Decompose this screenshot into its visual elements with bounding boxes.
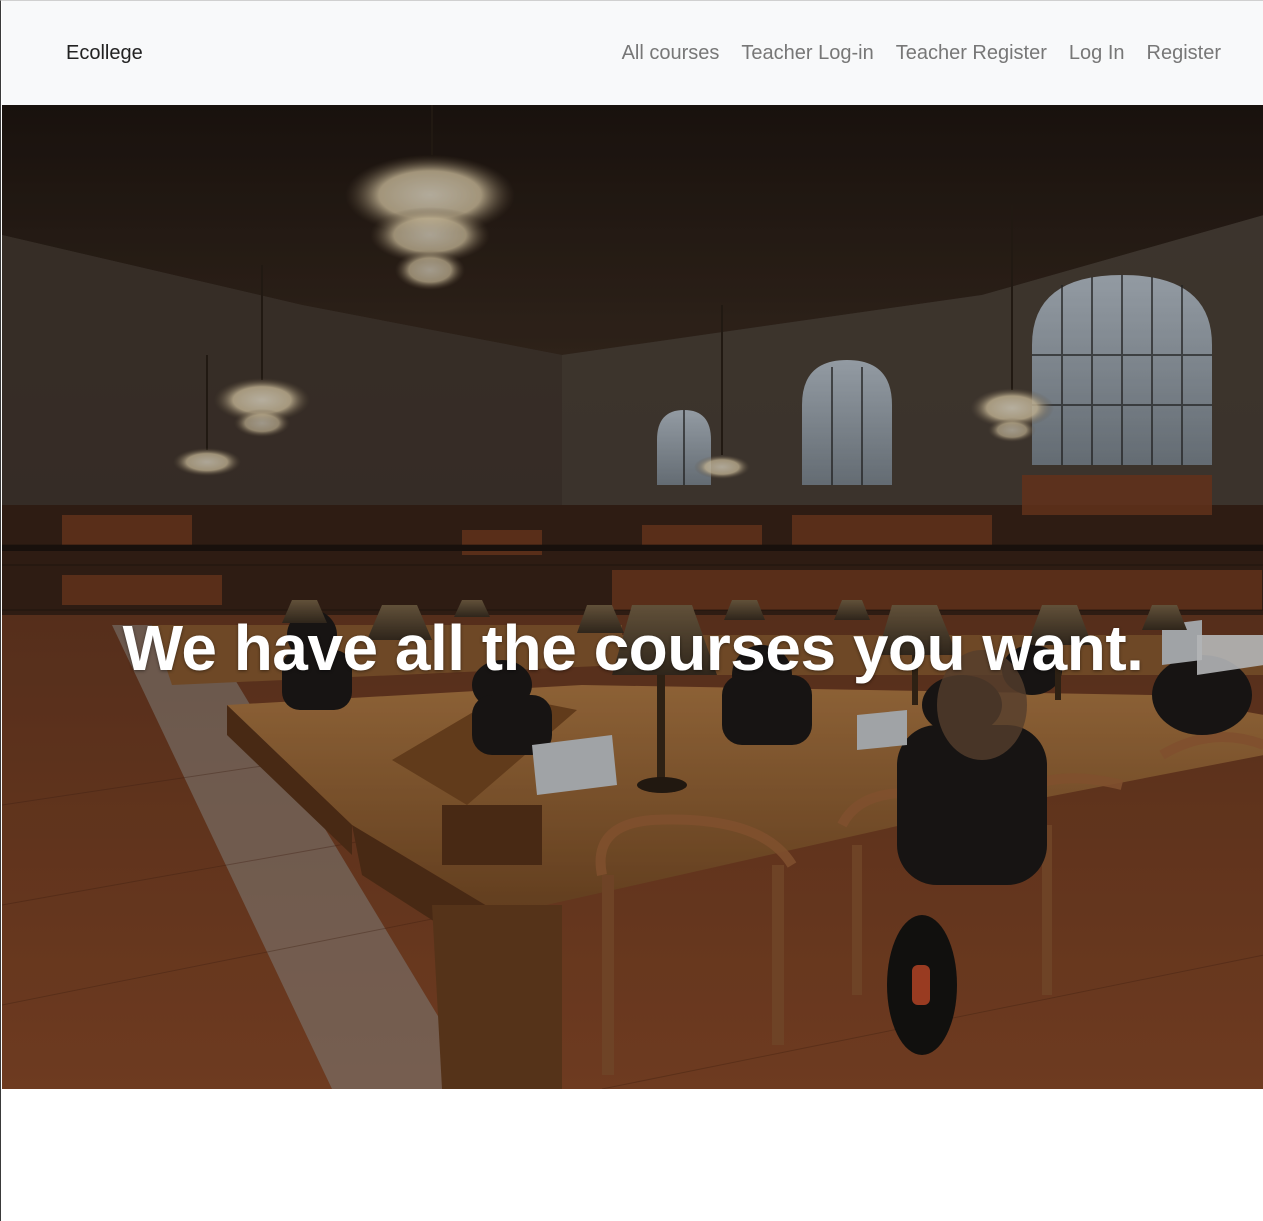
hero-headline: We have all the courses you want. — [122, 611, 1144, 684]
nav-links: All courses Teacher Log-in Teacher Regis… — [622, 41, 1221, 65]
page: Ecollege All courses Teacher Log-in Teac… — [0, 0, 1263, 1221]
nav-link-register[interactable]: Register — [1147, 41, 1221, 65]
nav-link-all-courses[interactable]: All courses — [622, 41, 720, 65]
top-navbar: Ecollege All courses Teacher Log-in Teac… — [2, 1, 1263, 105]
brand-logo-link[interactable]: Ecollege — [66, 41, 143, 65]
hero-background-image — [2, 105, 1263, 1089]
nav-link-teacher-login[interactable]: Teacher Log-in — [741, 41, 873, 65]
nav-link-teacher-register[interactable]: Teacher Register — [896, 41, 1047, 65]
nav-link-login[interactable]: Log In — [1069, 41, 1125, 65]
hero-banner: We have all the courses you want. — [2, 105, 1263, 1089]
